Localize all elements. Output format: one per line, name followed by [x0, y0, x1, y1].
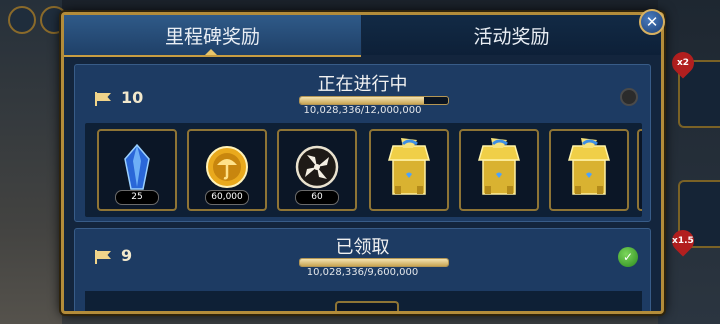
gold-chest-icon [473, 136, 525, 202]
tab-label: 活动奖励 [473, 25, 550, 48]
reward-quantity: 25 [115, 190, 159, 205]
background-right [658, 0, 720, 324]
reward-slot-partial[interactable] [637, 129, 642, 211]
reward-slot-partial[interactable] [335, 301, 399, 311]
milestone-status: 已领取 [335, 237, 390, 258]
progress-bar [299, 96, 449, 105]
tab-label: 里程碑奖励 [164, 25, 260, 48]
gold-coin-icon [205, 145, 249, 193]
gold-chest-icon [563, 136, 615, 202]
tab-milestone-rewards[interactable]: 里程碑奖励 [64, 15, 361, 57]
back-button[interactable] [8, 6, 36, 34]
progress-text: 10,028,336/9,600,000 [306, 267, 419, 278]
reward-slot[interactable]: 25 [97, 129, 177, 211]
reward-strip: 25 60,000 60 [85, 123, 642, 217]
milestone-card: 10 正在进行中 10,028,336/12,000,000 25 60,000… [74, 64, 651, 222]
blue-crystal-icon [119, 143, 155, 195]
reward-quantity: 60 [295, 190, 339, 205]
reward-quantity: 60,000 [205, 190, 249, 205]
claimed-check-icon: ✓ [618, 247, 638, 267]
gold-chest-icon [383, 136, 435, 202]
claim-indicator[interactable] [620, 88, 638, 106]
milestone-card: 9 已领取 10,028,336/9,600,000 ✓ [74, 228, 651, 311]
reward-slot[interactable]: 60,000 [187, 129, 267, 211]
progress-text: 10,028,336/12,000,000 [303, 105, 422, 116]
reward-slot[interactable] [459, 129, 539, 211]
fan-token-icon [295, 145, 339, 193]
milestone-status: 正在进行中 [317, 74, 408, 95]
close-icon[interactable]: ✕ [639, 9, 665, 35]
tab-bar: 里程碑奖励 活动奖励 [64, 15, 661, 57]
reward-slot[interactable]: 60 [277, 129, 357, 211]
milestone-reward-dialog: 里程碑奖励 活动奖励 10 正在进行中 10,028,336/12,000,00… [61, 12, 664, 314]
tab-event-rewards[interactable]: 活动奖励 [362, 15, 661, 55]
active-tab-indicator [205, 49, 217, 55]
progress-bar [299, 258, 449, 267]
reward-slot[interactable] [549, 129, 629, 211]
reward-strip [85, 291, 642, 311]
reward-slot[interactable] [369, 129, 449, 211]
background-left [0, 0, 62, 324]
